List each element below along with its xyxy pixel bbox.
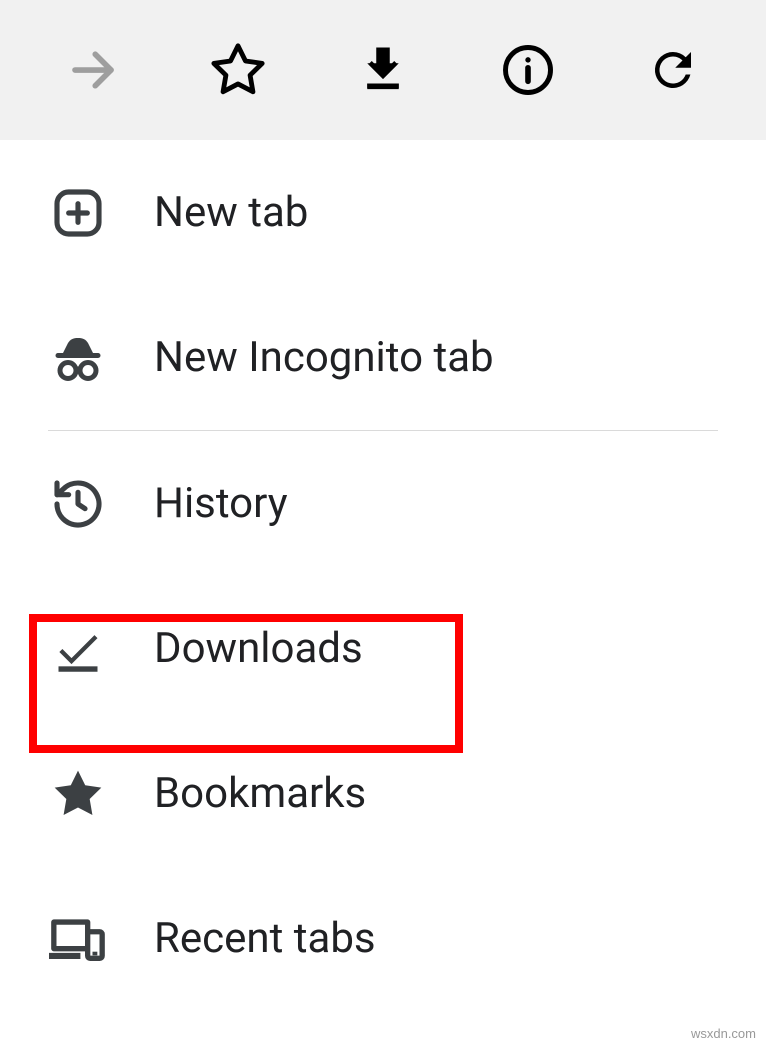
menu-item-downloads[interactable]: Downloads [0,576,766,721]
menu-label-downloads: Downloads [154,624,363,673]
download-icon [353,40,413,100]
info-button[interactable] [498,40,558,100]
menu-label-new-tab: New tab [154,188,308,237]
devices-icon [48,909,108,969]
history-icon [48,474,108,534]
reload-button[interactable] [643,40,703,100]
menu-label-bookmarks: Bookmarks [154,769,366,818]
menu-label-recent-tabs: Recent tabs [154,914,376,963]
menu-label-history: History [154,479,288,528]
watermark: wsxdn.com [691,1026,756,1041]
info-icon [498,40,558,100]
incognito-icon [48,328,108,388]
done-icon [48,619,108,679]
menu-list: New tab New Incognito tab History [0,140,766,1011]
menu-item-new-tab[interactable]: New tab [0,140,766,285]
menu-item-bookmarks[interactable]: Bookmarks [0,721,766,866]
download-button[interactable] [353,40,413,100]
forward-icon [63,40,123,100]
forward-button[interactable] [63,40,123,100]
reload-icon [643,40,703,100]
star-icon [208,40,268,100]
menu-item-recent-tabs[interactable]: Recent tabs [0,866,766,1011]
star-filled-icon [48,764,108,824]
menu-item-history[interactable]: History [0,431,766,576]
plus-box-icon [48,183,108,243]
bookmark-button[interactable] [208,40,268,100]
menu-label-incognito: New Incognito tab [154,333,494,382]
menu-item-incognito[interactable]: New Incognito tab [0,285,766,430]
toolbar [0,0,766,140]
